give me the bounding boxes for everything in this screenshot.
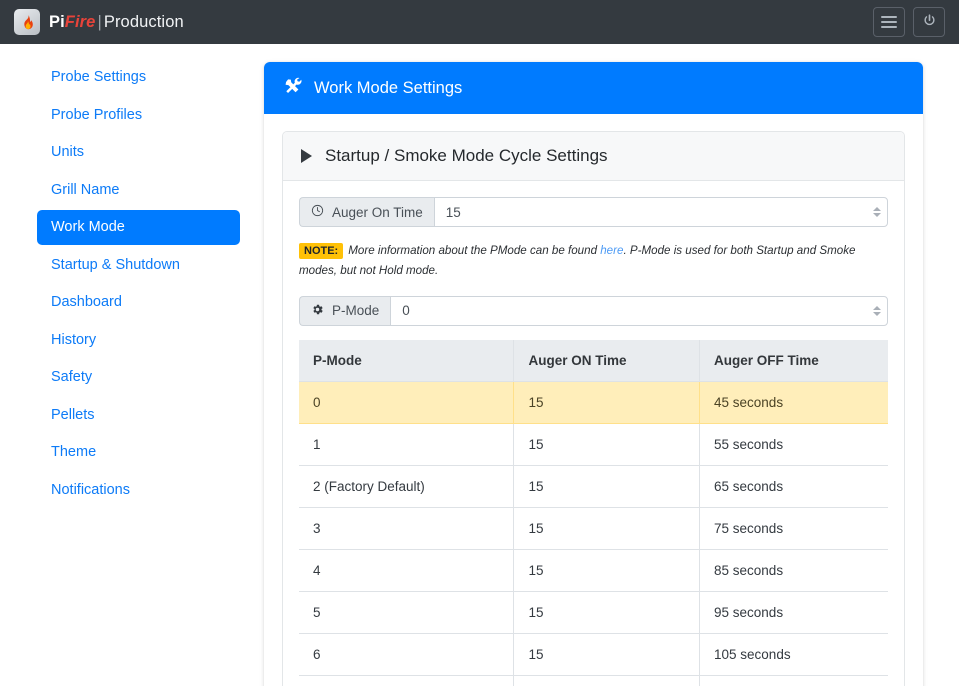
auger-on-time-field[interactable] [434, 197, 888, 227]
sidebar-item-startup-shutdown[interactable]: Startup & Shutdown [37, 248, 240, 283]
cell-auger-on: 15 [514, 633, 700, 675]
table-body: 0 15 45 seconds 1 15 55 seconds [299, 381, 888, 686]
cell-auger-off: 95 seconds [700, 591, 888, 633]
table-header-row: P-Mode Auger ON Time Auger OFF Time [299, 340, 888, 382]
cell-p-mode: 1 [299, 423, 514, 465]
cell-p-mode: 2 (Factory Default) [299, 465, 514, 507]
main-content: Work Mode Settings Startup / Smoke Mode … [264, 44, 959, 686]
top-navbar: PiFire|Production [0, 0, 959, 44]
card-body: Auger On Time [283, 181, 904, 686]
auger-on-time-group: Auger On Time [299, 197, 888, 227]
stepper-up-icon[interactable] [873, 306, 881, 310]
table-row[interactable]: 6 15 105 seconds [299, 633, 888, 675]
sidebar-item-notifications[interactable]: Notifications [37, 473, 240, 508]
table-row[interactable]: 1 15 55 seconds [299, 423, 888, 465]
card-header[interactable]: Startup / Smoke Mode Cycle Settings [283, 132, 904, 181]
gear-icon [311, 303, 324, 319]
table-head: P-Mode Auger ON Time Auger OFF Time [299, 340, 888, 382]
column-header-auger-on-time: Auger ON Time [514, 340, 700, 382]
cell-auger-off: 115 seconds [700, 675, 888, 686]
sidebar-item-pellets[interactable]: Pellets [37, 398, 240, 433]
panel-body: Startup / Smoke Mode Cycle Settings [264, 114, 923, 686]
p-mode-stepper[interactable] [873, 306, 881, 316]
table-row[interactable]: 2 (Factory Default) 15 65 seconds [299, 465, 888, 507]
sidebar-item-history[interactable]: History [37, 323, 240, 358]
navbar-actions [873, 0, 945, 44]
stepper-up-icon[interactable] [873, 207, 881, 211]
auger-on-time-label: Auger On Time [332, 205, 423, 220]
sidebar-item-safety[interactable]: Safety [37, 360, 240, 395]
note-badge: NOTE: [299, 243, 343, 259]
sidebar-item-probe-profiles[interactable]: Probe Profiles [37, 98, 240, 133]
auger-on-time-input[interactable] [446, 205, 865, 220]
sidebar-item-grill-name[interactable]: Grill Name [37, 173, 240, 208]
p-mode-input[interactable] [402, 303, 865, 318]
p-mode-label: P-Mode [332, 303, 379, 318]
note-text-before: More information about the PMode can be … [348, 244, 600, 257]
cell-p-mode: 7 [299, 675, 514, 686]
cell-auger-on: 15 [514, 423, 700, 465]
cycle-settings-card: Startup / Smoke Mode Cycle Settings [282, 131, 905, 686]
brand-pi: Pi [49, 13, 65, 31]
card-title: Startup / Smoke Mode Cycle Settings [325, 146, 608, 166]
cell-auger-off: 75 seconds [700, 507, 888, 549]
brand-production: Production [104, 13, 184, 31]
sidebar-item-theme[interactable]: Theme [37, 435, 240, 470]
cell-auger-on: 15 [514, 507, 700, 549]
sidebar-item-dashboard[interactable]: Dashboard [37, 285, 240, 320]
cell-auger-off: 55 seconds [700, 423, 888, 465]
table-row[interactable]: 0 15 45 seconds [299, 381, 888, 423]
power-button[interactable] [913, 7, 945, 37]
cell-p-mode: 3 [299, 507, 514, 549]
table-row[interactable]: 4 15 85 seconds [299, 549, 888, 591]
sidebar-item-work-mode[interactable]: Work Mode [37, 210, 240, 245]
p-mode-label-addon: P-Mode [299, 296, 390, 326]
cell-auger-off: 65 seconds [700, 465, 888, 507]
panel-header: Work Mode Settings [264, 62, 923, 114]
hamburger-menu-button[interactable] [873, 7, 905, 37]
pmode-note: NOTE: More information about the PMode ca… [299, 241, 888, 282]
cell-p-mode: 5 [299, 591, 514, 633]
sidebar-item-probe-settings[interactable]: Probe Settings [37, 60, 240, 95]
brand-text: PiFire|Production [49, 13, 184, 32]
cell-p-mode: 4 [299, 549, 514, 591]
cell-p-mode: 0 [299, 381, 514, 423]
cell-auger-on: 15 [514, 381, 700, 423]
stepper-down-icon[interactable] [873, 213, 881, 217]
stepper-down-icon[interactable] [873, 312, 881, 316]
settings-sidebar: Probe Settings Probe Profiles Units Gril… [0, 44, 264, 510]
column-header-auger-off-time: Auger OFF Time [700, 340, 888, 382]
sidebar-item-units[interactable]: Units [37, 135, 240, 170]
brand-separator: | [95, 13, 103, 31]
table-row[interactable]: 7 15 115 seconds [299, 675, 888, 686]
tools-icon [284, 76, 303, 100]
brand[interactable]: PiFire|Production [14, 9, 184, 35]
cell-auger-off: 85 seconds [700, 549, 888, 591]
auger-on-time-label-addon: Auger On Time [299, 197, 434, 227]
flame-icon [14, 9, 40, 35]
table-row[interactable]: 5 15 95 seconds [299, 591, 888, 633]
p-mode-table: P-Mode Auger ON Time Auger OFF Time 0 15… [299, 340, 888, 686]
clock-icon [311, 204, 324, 220]
panel-title: Work Mode Settings [314, 79, 462, 98]
hamburger-menu-icon [881, 16, 897, 28]
cell-auger-on: 15 [514, 675, 700, 686]
cell-auger-off: 105 seconds [700, 633, 888, 675]
table-row[interactable]: 3 15 75 seconds [299, 507, 888, 549]
auger-on-time-stepper[interactable] [873, 207, 881, 217]
triangle-right-icon [301, 149, 312, 163]
page-body: Probe Settings Probe Profiles Units Gril… [0, 44, 959, 686]
cell-auger-off: 45 seconds [700, 381, 888, 423]
cell-auger-on: 15 [514, 591, 700, 633]
cell-auger-on: 15 [514, 465, 700, 507]
column-header-p-mode: P-Mode [299, 340, 514, 382]
work-mode-settings-panel: Work Mode Settings Startup / Smoke Mode … [264, 62, 923, 686]
cell-auger-on: 15 [514, 549, 700, 591]
power-icon [922, 13, 937, 31]
cell-p-mode: 6 [299, 633, 514, 675]
brand-fire: Fire [65, 13, 96, 31]
p-mode-group: P-Mode [299, 296, 888, 326]
p-mode-field[interactable] [390, 296, 888, 326]
note-here-link[interactable]: here [600, 244, 623, 257]
